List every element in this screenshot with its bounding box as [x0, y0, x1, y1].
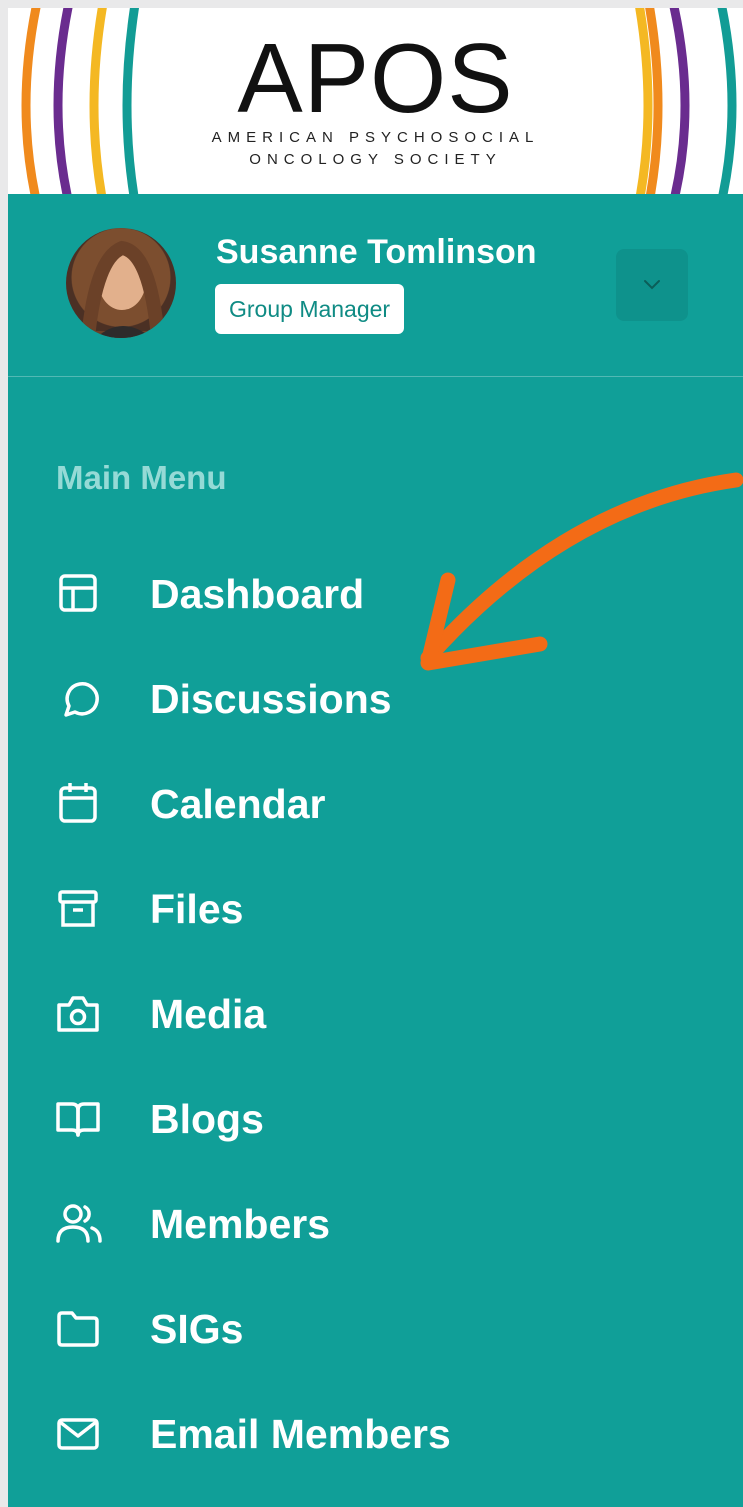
- menu-item-label: Discussions: [150, 676, 392, 722]
- camera-icon: [57, 996, 99, 1032]
- menu-item-discussions[interactable]: Discussions: [8, 653, 743, 743]
- menu-item-members[interactable]: Members: [8, 1178, 743, 1268]
- main-menu-heading: Main Menu: [56, 459, 227, 496]
- menu-item-label: Blogs: [150, 1096, 264, 1142]
- role-badge: Group Manager: [215, 284, 405, 334]
- menu-item-blogs[interactable]: Blogs: [8, 1073, 743, 1163]
- open-book-icon: [56, 1102, 100, 1137]
- folder-icon: [57, 1311, 99, 1347]
- user-profile: Susanne Tomlinson Group Manager: [8, 194, 743, 377]
- menu-item-label: Files: [150, 886, 244, 932]
- menu-item-label: SIGs: [150, 1306, 244, 1352]
- sidebar: APOS AMERICAN PSYCHOSOCIAL ONCOLOGY SOCI…: [8, 8, 743, 1507]
- logo-subtitle-line1: AMERICAN PSYCHOSOCIAL: [211, 129, 540, 146]
- logo-subtitle-line2: ONCOLOGY SOCIETY: [249, 151, 502, 168]
- dashboard-icon: [59, 574, 97, 612]
- envelope-icon: [57, 1418, 99, 1450]
- user-name: Susanne Tomlinson: [216, 233, 537, 271]
- menu-item-label: Calendar: [150, 781, 326, 827]
- menu-item-calendar[interactable]: Calendar: [8, 758, 743, 848]
- menu-item-label: Dashboard: [150, 571, 365, 617]
- avatar-photo: [80, 240, 166, 338]
- logo-title: APOS: [237, 23, 514, 133]
- menu-item-label: Media: [150, 991, 267, 1037]
- users-icon: [56, 1204, 102, 1243]
- calendar-icon: [59, 783, 97, 823]
- menu-item-files[interactable]: Files: [8, 863, 743, 953]
- avatar[interactable]: [66, 228, 176, 338]
- archive-box-icon: [58, 890, 98, 927]
- menu-item-media[interactable]: Media: [8, 968, 743, 1058]
- chevron-down-icon: [644, 280, 660, 290]
- menu-item-label: Members: [150, 1201, 331, 1247]
- apos-logo[interactable]: APOS AMERICAN PSYCHOSOCIAL ONCOLOGY SOCI…: [8, 8, 743, 194]
- menu-item-label: Email Members: [150, 1411, 451, 1457]
- chat-bubble-icon: [64, 682, 99, 717]
- menu-item-email-members[interactable]: Email Members: [8, 1388, 743, 1478]
- menu-item-dashboard[interactable]: Dashboard: [8, 548, 743, 638]
- menu-item-sigs[interactable]: SIGs: [8, 1283, 743, 1373]
- profile-menu-toggle[interactable]: [616, 249, 688, 321]
